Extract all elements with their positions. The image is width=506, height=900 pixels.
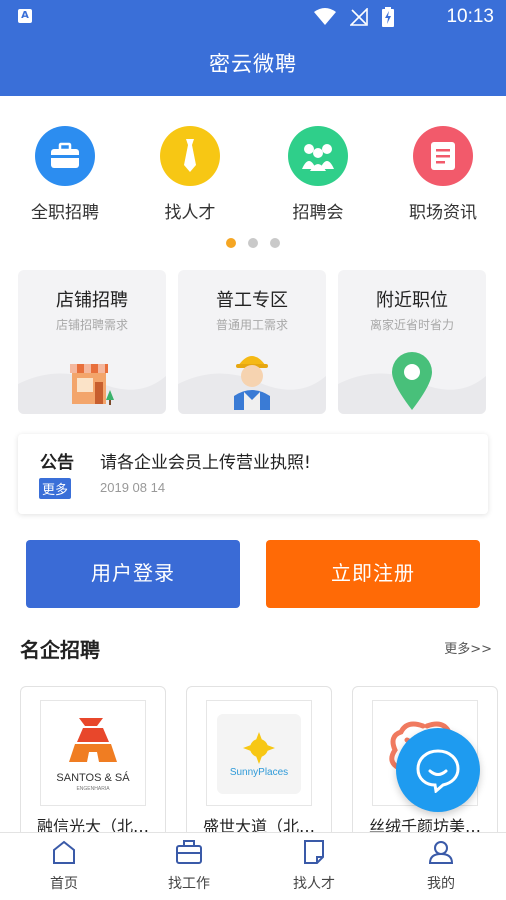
tab-label: 找人才 — [293, 876, 335, 892]
category-fulltime[interactable]: 全职招聘 — [10, 126, 120, 223]
category-job-fair[interactable]: 招聘会 — [263, 126, 373, 223]
tab-mine[interactable]: 我的 — [381, 839, 501, 893]
document-icon — [413, 126, 473, 186]
card-subtitle: 普通用工需求 — [215, 318, 288, 332]
card-title: 附近职位 — [376, 290, 448, 311]
card-title: 店铺招聘 — [56, 290, 128, 311]
carousel-indicator — [0, 238, 506, 248]
category-label: 招聘会 — [292, 203, 344, 223]
announcement-more-button[interactable]: 更多 — [39, 478, 72, 499]
tab-home[interactable]: 首页 — [4, 839, 124, 893]
company-logo: SunnyPlaces — [206, 700, 312, 806]
category-label: 找人才 — [164, 203, 216, 223]
tab-find-talent[interactable]: 找人才 — [254, 839, 374, 893]
tie-icon — [160, 126, 220, 186]
register-button[interactable]: 立即注册 — [266, 540, 480, 608]
company-logo: SANTOS & SÁ ENGENHARIA — [40, 700, 146, 806]
card-subtitle: 店铺招聘需求 — [55, 318, 128, 332]
feature-cards: 店铺招聘 店铺招聘需求 普工专区 普通用工需求 附近职位 离家近省时省力 — [18, 270, 488, 414]
svg-text:SANTOS & SÁ: SANTOS & SÁ — [56, 771, 130, 784]
card-nearby-jobs[interactable]: 附近职位 离家近省时省力 — [338, 270, 486, 414]
location-pin-icon — [392, 352, 432, 410]
home-content: 全职招聘 找人才 招聘会 职场资讯 店铺招聘 店铺招聘需求 普工专区 普通用工需… — [0, 96, 506, 846]
tab-label: 首页 — [50, 876, 78, 892]
company-card[interactable]: SunnyPlaces 盛世大道（北… — [186, 686, 332, 846]
bottom-tab-bar: 首页 找工作 找人才 我的 — [0, 832, 506, 900]
resume-icon — [304, 840, 324, 864]
company-logo-image: SANTOS & SÁ ENGENHARIA — [56, 718, 130, 792]
svg-text:SunnyPlaces: SunnyPlaces — [230, 767, 288, 778]
chat-bubble-icon — [416, 749, 460, 793]
wifi-icon — [314, 8, 336, 25]
no-signal-icon — [350, 8, 368, 26]
category-label: 全职招聘 — [31, 203, 99, 223]
more-link[interactable]: 更多>> — [444, 638, 492, 657]
login-button[interactable]: 用户登录 — [26, 540, 240, 608]
tab-find-job[interactable]: 找工作 — [129, 839, 249, 893]
section-title: 名企招聘 — [20, 638, 100, 662]
card-subtitle: 离家近省时省力 — [369, 318, 454, 332]
shop-icon — [70, 364, 114, 405]
status-icons — [314, 7, 394, 27]
category-label: 职场资讯 — [409, 203, 477, 223]
briefcase-icon — [176, 840, 202, 864]
worker-icon — [234, 356, 270, 410]
clock: 10:13 — [446, 6, 494, 27]
carousel-dot[interactable] — [248, 238, 258, 248]
user-icon — [428, 841, 454, 864]
category-find-talent[interactable]: 找人才 — [135, 126, 245, 223]
home-icon — [53, 840, 75, 864]
card-shop-recruit[interactable]: 店铺招聘 店铺招聘需求 — [18, 270, 166, 414]
carousel-dot[interactable] — [270, 238, 280, 248]
briefcase-icon — [35, 126, 95, 186]
announcement-label: 公告 — [40, 453, 74, 473]
category-grid: 全职招聘 找人才 招聘会 职场资讯 — [0, 126, 506, 226]
company-logo-image: SunnyPlaces — [217, 714, 301, 794]
svg-text:ENGENHARIA: ENGENHARIA — [76, 786, 110, 792]
status-bar: A 10:13 — [0, 0, 506, 34]
announcement-date: 2019 08 14 — [100, 480, 166, 495]
company-card[interactable]: SANTOS & SÁ ENGENHARIA 融信光大（北… — [20, 686, 166, 846]
tab-label: 我的 — [427, 876, 455, 892]
people-icon — [288, 126, 348, 186]
category-workplace-news[interactable]: 职场资讯 — [388, 126, 498, 223]
page-title: 密云微聘 — [0, 34, 506, 96]
tab-label: 找工作 — [168, 876, 210, 892]
app-notification-icon: A — [18, 9, 32, 23]
chat-fab-button[interactable] — [396, 728, 480, 812]
card-general-labor[interactable]: 普工专区 普通用工需求 — [178, 270, 326, 414]
card-title: 普工专区 — [216, 290, 288, 311]
carousel-dot[interactable] — [226, 238, 236, 248]
announcement-panel[interactable]: 公告 更多 请各企业会员上传营业执照! 2019 08 14 — [18, 434, 488, 514]
battery-charging-icon — [382, 7, 394, 27]
announcement-text[interactable]: 请各企业会员上传营业执照! — [100, 448, 311, 473]
